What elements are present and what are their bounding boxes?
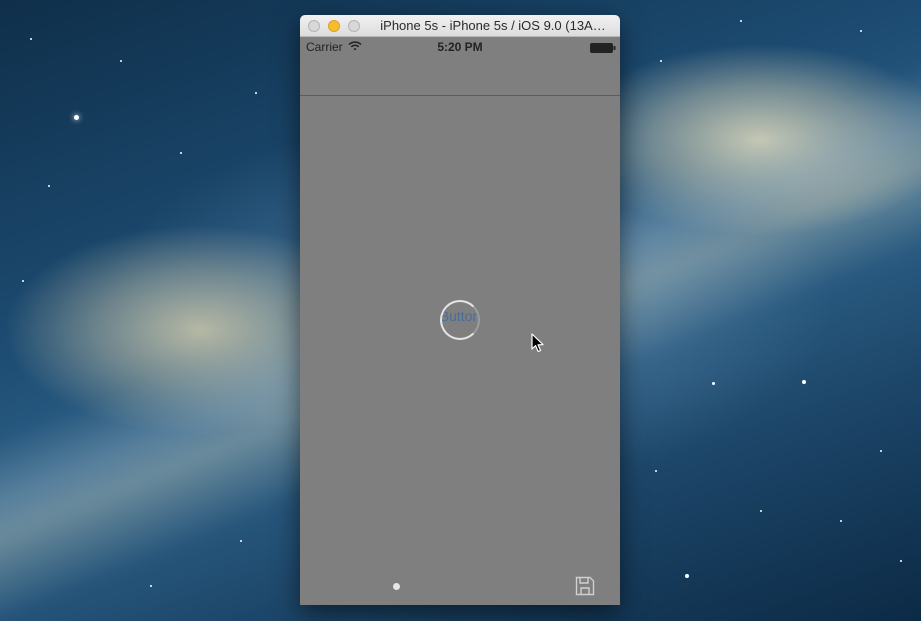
star <box>860 30 862 32</box>
device-screen[interactable]: Carrier 5:20 PM Button <box>300 37 620 605</box>
star <box>900 560 902 562</box>
star <box>740 20 742 22</box>
star <box>655 470 657 472</box>
battery-icon <box>590 43 616 53</box>
star <box>240 540 242 542</box>
star <box>802 380 806 384</box>
star <box>180 152 182 154</box>
star <box>30 38 32 40</box>
window-titlebar[interactable]: iPhone 5s - iPhone 5s / iOS 9.0 (13A… <box>300 15 620 37</box>
window-title: iPhone 5s - iPhone 5s / iOS 9.0 (13A… <box>380 18 606 33</box>
star <box>660 60 662 62</box>
star <box>120 60 122 62</box>
status-bar: Carrier 5:20 PM <box>300 37 620 57</box>
navigation-bar <box>300 57 620 96</box>
close-button[interactable] <box>308 20 320 32</box>
star <box>150 585 152 587</box>
star <box>22 280 24 282</box>
star <box>685 574 689 578</box>
star <box>760 510 762 512</box>
star <box>48 185 50 187</box>
page-dot[interactable] <box>393 583 400 590</box>
minimize-button[interactable] <box>328 20 340 32</box>
status-time: 5:20 PM <box>437 40 483 54</box>
star <box>880 450 882 452</box>
zoom-button[interactable] <box>348 20 360 32</box>
mouse-cursor-icon <box>531 333 544 353</box>
star <box>712 382 715 385</box>
simulator-window: iPhone 5s - iPhone 5s / iOS 9.0 (13A… Ca… <box>300 15 620 605</box>
star <box>255 92 257 94</box>
main-button[interactable]: Button <box>430 306 490 326</box>
star <box>74 115 79 120</box>
save-icon[interactable] <box>574 575 596 597</box>
star <box>840 520 842 522</box>
